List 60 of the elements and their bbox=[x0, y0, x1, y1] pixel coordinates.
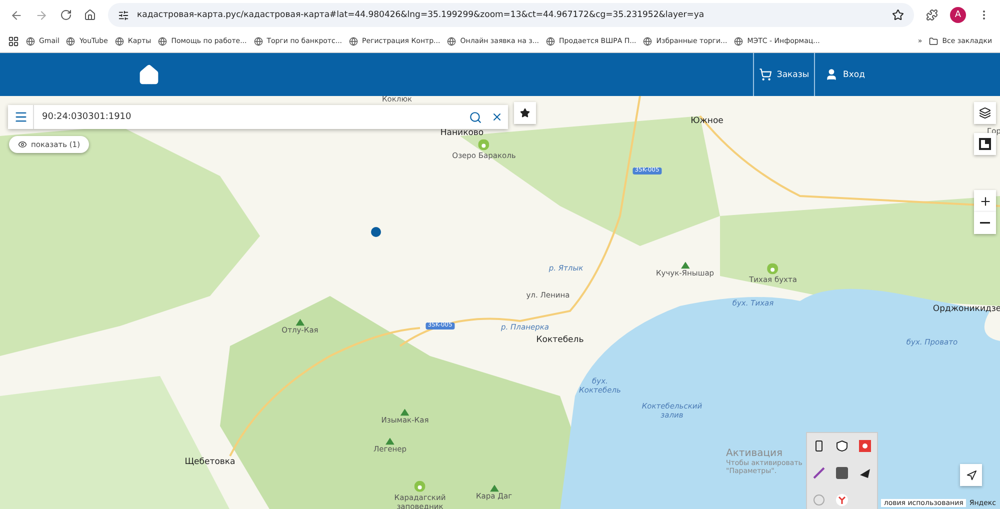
search-icon bbox=[468, 110, 482, 124]
mountain-icon bbox=[296, 318, 304, 326]
extensions-icon[interactable] bbox=[926, 9, 938, 21]
back-icon[interactable] bbox=[10, 8, 23, 22]
site-settings-icon[interactable] bbox=[118, 10, 129, 20]
globe-icon bbox=[447, 36, 456, 46]
reload-icon[interactable] bbox=[60, 9, 72, 21]
minus-icon bbox=[980, 222, 990, 224]
place-label: Щебетовка bbox=[184, 458, 236, 468]
place-label: Наниково bbox=[440, 129, 484, 139]
address-bar[interactable]: кадастровая-карта.рус/кадастровая-карта#lat=44.980426&lng=35.199299&zoom=13&ct=44.967172&cg=35.231952&layer=ya bbox=[108, 3, 914, 27]
paw-icon bbox=[478, 139, 490, 150]
favorites-button[interactable] bbox=[514, 102, 536, 124]
zoom-in-button[interactable] bbox=[974, 190, 996, 212]
close-icon bbox=[491, 111, 503, 123]
mountain-icon bbox=[490, 484, 498, 492]
pen-icon[interactable] bbox=[812, 466, 825, 479]
mountain-icon bbox=[680, 262, 690, 269]
folder-icon bbox=[929, 36, 938, 46]
place-label: Коктебель bbox=[536, 336, 584, 346]
plus-icon bbox=[978, 194, 992, 208]
locate-button[interactable] bbox=[960, 464, 982, 486]
app-icon[interactable] bbox=[836, 466, 848, 479]
place-label: Южное bbox=[690, 117, 724, 127]
home-icon[interactable] bbox=[84, 9, 96, 21]
paw-icon bbox=[768, 263, 778, 274]
location-marker bbox=[371, 227, 381, 237]
arrow-icon[interactable] bbox=[859, 466, 872, 479]
bookmark-star-icon[interactable] bbox=[892, 9, 904, 21]
profile-avatar[interactable]: A bbox=[950, 7, 966, 23]
user-icon bbox=[825, 68, 838, 81]
globe-icon bbox=[66, 36, 76, 46]
globe-icon bbox=[734, 36, 744, 46]
activation-title: Активация bbox=[726, 448, 783, 459]
cart-icon bbox=[758, 68, 772, 81]
layers-icon bbox=[979, 107, 991, 119]
browser-icon[interactable] bbox=[836, 494, 848, 506]
layers-button[interactable] bbox=[974, 102, 996, 124]
menu-icon bbox=[14, 110, 28, 124]
zoom-out-button[interactable] bbox=[974, 212, 996, 234]
globe-icon bbox=[643, 36, 652, 46]
navigation-icon bbox=[966, 470, 976, 480]
globe-icon bbox=[254, 36, 263, 46]
mountain-icon bbox=[400, 408, 410, 416]
star-icon bbox=[520, 108, 530, 118]
globe-icon bbox=[158, 36, 168, 46]
paw-icon bbox=[414, 480, 426, 492]
globe-icon bbox=[26, 36, 35, 46]
globe-icon bbox=[114, 36, 124, 46]
clear-button[interactable] bbox=[486, 105, 508, 129]
frame-icon bbox=[979, 138, 991, 150]
eye-icon bbox=[18, 140, 27, 149]
menu-button[interactable] bbox=[8, 105, 34, 129]
mountain-icon bbox=[386, 438, 394, 445]
globe-icon bbox=[349, 36, 358, 46]
shield-icon[interactable] bbox=[836, 440, 848, 452]
globe-icon bbox=[546, 36, 556, 46]
apps-icon[interactable] bbox=[8, 36, 19, 46]
phone-icon[interactable] bbox=[814, 440, 823, 452]
search-field[interactable]: 90:24:030301:1910 bbox=[8, 105, 508, 129]
